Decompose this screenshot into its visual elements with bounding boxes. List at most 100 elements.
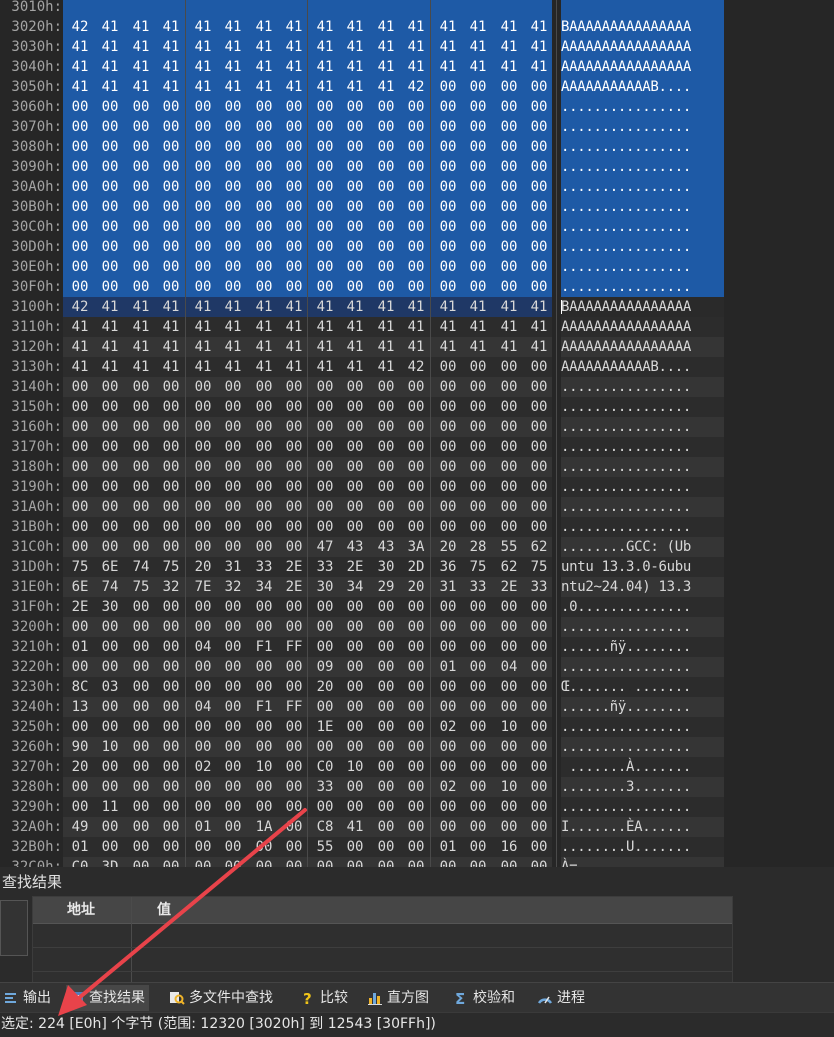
hex-row[interactable]: 3250h: 00 00 00 00 00 00 00 00 1E 00 00 00 02 00 10 00..… xyxy=(0,717,834,737)
hex-byte[interactable]: 41 xyxy=(156,17,186,37)
hex-byte[interactable]: 49 xyxy=(65,817,95,837)
hex-byte[interactable]: 00 xyxy=(126,377,156,397)
hex-row[interactable]: 32C0h: C0 3D 00 00 00 00 00 00 00 00 00 00 00 00 00 00 À=… xyxy=(0,857,834,867)
hex-byte[interactable]: 00 xyxy=(126,677,156,697)
ascii-text[interactable] xyxy=(561,0,724,17)
hex-byte[interactable]: 41 xyxy=(340,37,370,57)
hex-byte[interactable]: 00 xyxy=(401,517,431,537)
hex-byte[interactable]: 34 xyxy=(249,577,279,597)
hex-byte[interactable]: 00 xyxy=(65,397,95,417)
hex-byte[interactable]: 41 xyxy=(371,77,401,97)
hex-byte[interactable]: 00 xyxy=(371,517,401,537)
ascii-text[interactable]: ................ xyxy=(561,617,724,637)
hex-byte[interactable]: 41 xyxy=(310,17,340,37)
hex-byte[interactable]: 00 xyxy=(156,457,186,477)
hex-byte[interactable]: 00 xyxy=(188,797,218,817)
hex-byte[interactable]: 00 xyxy=(310,477,340,497)
hex-byte[interactable]: 00 xyxy=(310,177,340,197)
hex-byte[interactable]: 00 xyxy=(494,177,524,197)
hex-byte[interactable]: FF xyxy=(279,637,309,657)
hex-row[interactable]: 30B0h: 00 00 00 00 00 00 00 00 00 00 00 00 00 00 00 00..… xyxy=(0,197,834,217)
hex-byte[interactable]: 00 xyxy=(524,637,554,657)
hex-byte[interactable]: 01 xyxy=(433,657,463,677)
hex-byte[interactable]: 00 xyxy=(524,777,554,797)
hex-byte[interactable]: 41 xyxy=(156,77,186,97)
hex-byte[interactable]: 00 xyxy=(524,177,554,197)
hex-byte[interactable]: 00 xyxy=(249,717,279,737)
hex-byte[interactable]: 00 xyxy=(371,657,401,677)
hex-byte[interactable]: 00 xyxy=(95,537,125,557)
hex-byte[interactable]: 01 xyxy=(433,837,463,857)
hex-byte[interactable]: 00 xyxy=(218,497,248,517)
hex-byte[interactable]: 00 xyxy=(249,417,279,437)
hex-byte[interactable]: 00 xyxy=(494,617,524,637)
hex-byte[interactable]: 00 xyxy=(95,717,125,737)
hex-byte[interactable]: 41 xyxy=(463,57,493,77)
hex-byte[interactable]: 00 xyxy=(433,437,463,457)
hex-byte[interactable]: C8 xyxy=(310,817,340,837)
hex-byte[interactable]: 00 xyxy=(218,397,248,417)
hex-byte[interactable]: 00 xyxy=(433,477,463,497)
hex-row[interactable]: 31F0h: 2E 30 00 00 00 00 00 00 00 00 00 00 00 00 00 00.0… xyxy=(0,597,834,617)
hex-byte[interactable]: 00 xyxy=(340,637,370,657)
hex-byte[interactable]: 00 xyxy=(95,457,125,477)
hex-byte[interactable]: 00 xyxy=(188,717,218,737)
hex-byte[interactable]: 00 xyxy=(126,137,156,157)
hex-byte[interactable]: 41 xyxy=(401,317,431,337)
hex-byte[interactable]: 00 xyxy=(218,777,248,797)
hex-row[interactable]: 3090h: 00 00 00 00 00 00 00 00 00 00 00 00 00 00 00 00..… xyxy=(0,157,834,177)
hex-byte[interactable]: 00 xyxy=(279,397,309,417)
hex-byte[interactable]: 00 xyxy=(310,97,340,117)
hex-byte[interactable]: 00 xyxy=(65,657,95,677)
hex-byte[interactable]: 00 xyxy=(218,717,248,737)
hex-byte[interactable]: 00 xyxy=(188,137,218,157)
ascii-text[interactable]: ........U....... xyxy=(561,837,724,857)
hex-byte[interactable]: 00 xyxy=(463,157,493,177)
hex-byte[interactable]: 00 xyxy=(371,397,401,417)
hex-byte[interactable]: 00 xyxy=(433,597,463,617)
tab-process[interactable]: 进程 xyxy=(534,985,589,1011)
hex-byte[interactable]: 00 xyxy=(463,417,493,437)
ascii-text[interactable]: AAAAAAAAAAAAAAAA xyxy=(561,337,724,357)
ascii-text[interactable]: ................ xyxy=(561,97,724,117)
hex-row[interactable]: 3150h: 00 00 00 00 00 00 00 00 00 00 00 00 00 00 00 00..… xyxy=(0,397,834,417)
hex-byte[interactable]: 00 xyxy=(65,257,95,277)
hex-byte[interactable]: 00 xyxy=(310,277,340,297)
hex-byte[interactable]: 00 xyxy=(433,737,463,757)
hex-byte[interactable]: 00 xyxy=(279,857,309,867)
hex-byte[interactable]: 00 xyxy=(433,257,463,277)
hex-byte[interactable]: 00 xyxy=(279,277,309,297)
hex-byte[interactable]: 00 xyxy=(156,737,186,757)
tab-find-results[interactable]: 查找结果 xyxy=(66,985,149,1011)
hex-byte[interactable]: 04 xyxy=(494,657,524,677)
hex-byte[interactable]: 00 xyxy=(279,497,309,517)
ascii-text[interactable]: ......ñÿ........ xyxy=(561,637,724,657)
hex-byte[interactable]: 41 xyxy=(340,317,370,337)
hex-byte[interactable]: 41 xyxy=(218,37,248,57)
hex-byte[interactable]: 00 xyxy=(188,157,218,177)
hex-byte[interactable]: 00 xyxy=(401,137,431,157)
hex-byte[interactable]: 41 xyxy=(65,77,95,97)
hex-byte[interactable]: 00 xyxy=(494,437,524,457)
hex-byte[interactable]: 41 xyxy=(156,317,186,337)
hex-byte[interactable]: 3D xyxy=(95,857,125,867)
hex-byte[interactable]: 41 xyxy=(95,357,125,377)
hex-byte[interactable]: 00 xyxy=(95,837,125,857)
hex-byte[interactable]: 00 xyxy=(494,377,524,397)
hex-byte[interactable]: 00 xyxy=(340,837,370,857)
hex-byte[interactable]: 00 xyxy=(433,217,463,237)
hex-byte[interactable]: 00 xyxy=(463,517,493,537)
hex-byte[interactable]: 41 xyxy=(401,297,431,317)
hex-byte[interactable]: 00 xyxy=(494,517,524,537)
hex-byte[interactable]: 00 xyxy=(95,517,125,537)
hex-byte[interactable]: 00 xyxy=(463,637,493,657)
hex-byte[interactable]: 00 xyxy=(156,677,186,697)
hex-byte[interactable]: 41 xyxy=(188,37,218,57)
hex-byte[interactable]: 00 xyxy=(524,97,554,117)
hex-byte[interactable]: 41 xyxy=(126,17,156,37)
hex-byte[interactable]: 00 xyxy=(249,517,279,537)
hex-byte[interactable] xyxy=(95,0,125,17)
hex-byte[interactable]: 00 xyxy=(249,117,279,137)
hex-byte[interactable]: 00 xyxy=(156,137,186,157)
hex-byte[interactable]: 00 xyxy=(433,97,463,117)
